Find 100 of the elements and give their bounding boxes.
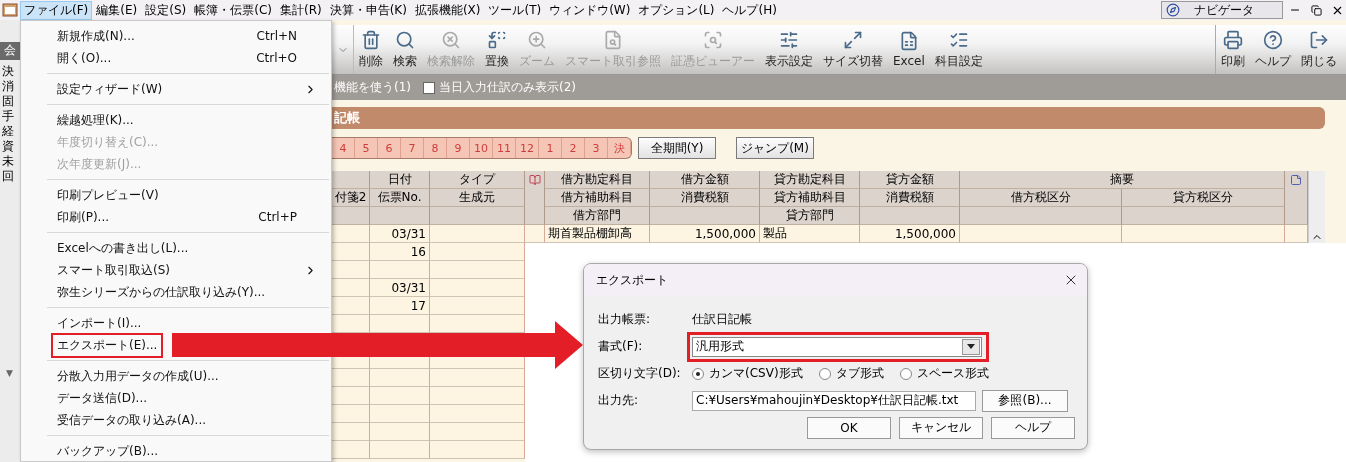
dialog-button[interactable]: ヘルプ [991,416,1075,439]
report-name: 仕訳日記帳 [692,311,753,328]
search-icon [395,29,415,50]
browse-button[interactable]: 参照(B)... [982,389,1068,412]
table-cell [332,243,370,261]
side-item[interactable]: 消 [0,79,20,94]
table-cell: 1,500,000 [860,225,960,243]
side-item[interactable]: 回 [0,169,20,184]
table-cell [370,261,430,279]
table-cell [332,405,370,423]
scrollbar[interactable] [1308,171,1325,243]
period-button[interactable]: ジャンプ(M) [736,137,814,159]
table-cell [332,369,370,387]
menu-entry[interactable]: 印刷プレビュー(V) [21,184,169,206]
search-clear-icon [441,29,461,50]
radio-button[interactable] [692,367,704,380]
toolbar-button[interactable]: 置換 [480,25,514,74]
dialog-button[interactable]: キャンセル [899,416,983,439]
menu-item[interactable]: 設定(S) [141,0,191,20]
menu-item[interactable]: オプション(L) [634,0,719,20]
menu-item[interactable]: ツール(T) [484,0,546,20]
toolbar-button[interactable]: Excel [888,25,930,74]
help-icon [1263,29,1283,50]
toolbar-button[interactable]: 削除 [354,25,388,74]
menu-entry[interactable]: 繰越処理(K)... [21,109,144,131]
column-header: 貸方補助科目 [760,189,860,207]
menu-entry[interactable]: 設定ウィザード(W) [21,78,331,100]
side-item[interactable]: 経 [0,124,20,139]
column-header: 借方勘定科目 [545,171,650,189]
column-header [332,171,370,189]
menu-item[interactable]: 帳簿・伝票(C) [190,0,276,20]
column-header: 貸方税区分 [1122,189,1285,207]
radio-button[interactable] [899,367,912,380]
period-button[interactable]: 全期間(Y) [638,137,716,159]
toolbar-button[interactable]: 表示設定 [760,25,818,74]
table-cell [370,423,430,441]
menu-item[interactable]: 拡張機能(X) [410,0,485,20]
replace-icon [487,29,507,50]
side-item[interactable]: 資 [0,139,20,154]
dialog-button[interactable]: OK [807,416,891,439]
column-header: 摘要 [960,171,1285,189]
radio-option[interactable]: カンマ(CSV)形式 [692,365,803,382]
column-header: 借方補助科目 [545,189,650,207]
toolbar-button[interactable]: 科目設定 [929,25,988,74]
toolbar-button[interactable]: ヘルプ [1250,25,1296,74]
navigator-button[interactable]: ナビゲータ [1161,1,1283,19]
menu-entry[interactable]: 弥生シリーズからの仕訳取り込み(Y)... [21,281,276,303]
table-cell: 17 [370,297,430,315]
column-header: 借方税区分 [960,189,1122,207]
toolbar-button[interactable]: 印刷 [1216,25,1250,74]
path-field[interactable]: C:¥Users¥mahoujin¥Desktop¥仕訳日記帳.txt [692,390,976,411]
column-header: 消費税額 [650,189,760,207]
table-cell [332,297,370,315]
menu-item[interactable]: ヘルプ(H) [718,0,781,20]
menu-item[interactable]: 集計(R) [275,0,326,20]
menu-item[interactable]: 決算・申告(K) [325,0,411,20]
table-cell [525,225,545,243]
field-label: 区切り文字(D): [598,365,682,382]
exit-icon [1309,29,1329,50]
toolbar-button[interactable]: 閉じる [1296,25,1342,74]
trash-icon [361,29,381,50]
radio-option[interactable]: タブ形式 [818,365,884,382]
menu-entry[interactable]: データ送信(D)... [21,387,158,409]
menu-entry[interactable]: スマート取引取込(S) [21,259,331,281]
table-cell [332,279,370,297]
table-cell [1285,225,1308,243]
radio-button[interactable] [818,367,831,380]
menu-entry[interactable]: インポート(I)... [21,312,152,334]
column-header: 貸方金額 [860,171,960,189]
format-dropdown[interactable]: 汎用形式 [692,336,982,357]
menu-entry[interactable]: Excelへの書き出し(L)... [21,237,199,259]
menu-entry[interactable]: 印刷(P)... Ctrl+P [21,206,331,228]
menu-entry[interactable]: 分散入力用データの作成(U)... [21,365,229,387]
column-header: 貸方勘定科目 [760,171,860,189]
table-cell [370,369,430,387]
column-header: 生成元 [430,189,525,207]
menu-item[interactable]: ファイル(F) [20,0,93,20]
collapse-arrow[interactable]: ▼ [0,368,20,378]
table-cell [370,441,430,459]
radio-option[interactable]: スペース形式 [899,365,989,382]
side-item[interactable]: 未 [0,154,20,169]
side-item[interactable]: 手 [0,109,20,124]
side-item[interactable]: 固 [0,94,20,109]
menu-entry[interactable]: 受信データの取り込み(A)... [21,409,216,431]
menu-entry[interactable]: 新規作成(N)... Ctrl+N [21,25,331,47]
menu-item[interactable]: 編集(E) [92,0,142,20]
toolbar-button[interactable]: 検索 [388,25,422,74]
side-item[interactable]: 決 [0,64,20,79]
menu-entry[interactable]: バックアップ(B)... [21,440,169,462]
side-tab[interactable]: 会 [0,42,20,60]
menu-item[interactable]: ウィンドウ(W) [545,0,635,20]
table-cell [332,261,370,279]
menu-entry[interactable]: 開く(O)... Ctrl+O [21,47,331,69]
column-header: 貸方部門 [760,207,860,225]
checkbox[interactable] [423,81,435,94]
column-header: 日付 [370,171,430,189]
table-cell: 16 [370,243,430,261]
book-icon [528,174,541,186]
toolbar-button[interactable]: サイズ切替 [818,25,888,74]
sliders-icon [779,29,799,50]
